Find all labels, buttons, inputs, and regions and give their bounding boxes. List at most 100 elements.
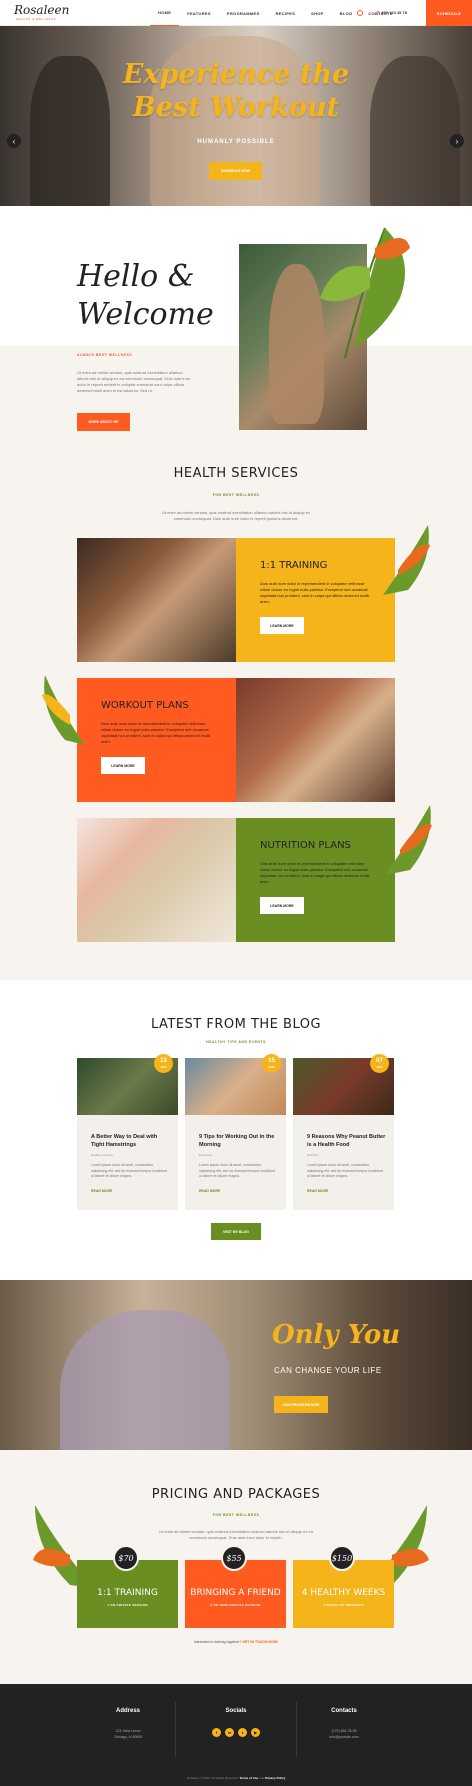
privacy-link[interactable]: Privacy Policy bbox=[265, 1776, 285, 1780]
price-badge: $150 bbox=[329, 1545, 355, 1571]
nav-home[interactable]: HOME bbox=[150, 0, 180, 26]
next-arrow-icon[interactable]: › bbox=[450, 134, 464, 148]
date-month: JUN bbox=[376, 1064, 383, 1069]
phone-text: 800 123 45 78 bbox=[381, 10, 407, 15]
plan-details: 1 MONTH OF WORKOUT bbox=[323, 1602, 364, 1607]
pricing-card[interactable]: $150 4 HEALTHY WEEKS 1 MONTH OF WORKOUT bbox=[293, 1545, 394, 1628]
plan-name: 1:1 TRAINING bbox=[97, 1587, 158, 1598]
schedule-button[interactable]: SCHEDULE bbox=[426, 0, 472, 26]
join-program-button[interactable]: JOIN PROGRAM NOW bbox=[274, 1396, 328, 1413]
youtube-icon[interactable]: ▶ bbox=[251, 1728, 260, 1737]
logo[interactable]: Rosaleen bbox=[14, 3, 69, 17]
blog-category: Nutrition bbox=[307, 1153, 319, 1157]
welcome-title: Hello & Welcome bbox=[77, 258, 214, 334]
hero-subtitle: HUMANLY POSSIBLE bbox=[197, 139, 275, 145]
welcome-title-line1: Hello & bbox=[77, 259, 195, 294]
copyright-and: and bbox=[259, 1776, 265, 1780]
blog-card[interactable]: 15 JUN 9 Tips for Working Out in the Morn… bbox=[185, 1054, 286, 1210]
service-title: 1:1 TRAINING bbox=[260, 560, 328, 571]
leaf-decoration-welcome bbox=[320, 227, 410, 359]
blog-category: Exercises bbox=[199, 1153, 213, 1157]
hero-schedule-button[interactable]: SCHEDULE NOW bbox=[209, 162, 262, 180]
service-photo-training bbox=[77, 538, 236, 662]
hero-slider: Experience the Best Workout HUMANLY POSS… bbox=[0, 26, 472, 206]
nav-recipes[interactable]: RECIPES bbox=[267, 0, 303, 26]
blog-image: 15 JUN bbox=[185, 1054, 286, 1115]
welcome-text: Ut enim ad minim veniam, quis nostrud ex… bbox=[77, 370, 191, 393]
blog-excerpt: Lorem ipsum dolor sit amet, consectetur … bbox=[307, 1163, 384, 1178]
footer-contacts: Contacts (175) 634-78-95 info@yoursite.c… bbox=[289, 1708, 399, 1740]
nav-features[interactable]: FEATURES bbox=[179, 0, 219, 26]
leaf-decoration-service1 bbox=[383, 525, 430, 595]
leaf-decoration-service3 bbox=[385, 805, 432, 875]
hero-title-line1: Experience the bbox=[122, 59, 350, 90]
date-badge: 13 JUN bbox=[154, 1054, 173, 1073]
blog-card[interactable]: 07 JUN 9 Reasons Why Peanut Butter is a H… bbox=[293, 1054, 394, 1210]
facebook-icon[interactable]: f bbox=[212, 1728, 221, 1737]
terms-link[interactable]: Terms of Use bbox=[239, 1776, 258, 1780]
read-more-link[interactable]: READ MORE bbox=[91, 1189, 112, 1193]
twitter-icon[interactable]: t bbox=[238, 1728, 247, 1737]
phone-icon: ✆ bbox=[376, 10, 380, 15]
date-month: JUN bbox=[160, 1064, 167, 1069]
social-icons: f in t ▶ bbox=[181, 1728, 291, 1737]
blog-image: 07 JUN bbox=[293, 1054, 394, 1115]
service-photo-nutrition bbox=[77, 818, 236, 942]
blog-card[interactable]: 13 JUN A Better Way to Deal with Tight Ha… bbox=[77, 1054, 178, 1210]
main-nav: HOME FEATURES PROGRAMMES RECIPES SHOP BL… bbox=[150, 0, 401, 26]
footer-heading: Contacts bbox=[331, 1708, 357, 1714]
search-icon[interactable] bbox=[357, 10, 363, 16]
cta-banner: Only You CAN CHANGE YOUR LIFE JOIN PROGR… bbox=[0, 1280, 472, 1450]
read-more-link[interactable]: READ MORE bbox=[199, 1189, 220, 1193]
site-header: Rosaleen HEALTH & WELLNESS HOME FEATURES… bbox=[0, 0, 472, 26]
cta-title: Only You bbox=[272, 1320, 401, 1350]
learn-more-button[interactable]: LEARN MORE bbox=[260, 897, 304, 914]
service-card-nutrition: NUTRITION PLANS Duis aute irure dolor in… bbox=[236, 818, 395, 942]
phone-number[interactable]: ✆ 800 123 45 78 bbox=[376, 10, 407, 15]
blog-post-title[interactable]: A Better Way to Deal with Tight Hamstrin… bbox=[91, 1133, 171, 1149]
copyright: Rosaleen © 2019. All Rights Reserved. Te… bbox=[0, 1776, 472, 1780]
learn-more-button[interactable]: LEARN MORE bbox=[101, 757, 145, 774]
footer-heading: Address bbox=[115, 1708, 140, 1714]
blog-post-title[interactable]: 9 Reasons Why Peanut Butter is a Health … bbox=[307, 1133, 387, 1149]
site-footer: Address 123, New Lenox Chicago, IL 60606… bbox=[0, 1684, 472, 1786]
date-badge: 15 JUN bbox=[262, 1054, 281, 1073]
service-title: NUTRITION PLANS bbox=[260, 840, 351, 851]
blog-subtitle: HEALTHY TIPS AND EVENTS bbox=[206, 1040, 266, 1044]
plan-name: BRINGING A FRIEND bbox=[190, 1587, 281, 1598]
learn-more-button[interactable]: LEARN MORE bbox=[260, 617, 304, 634]
pricing-note-text: Interested in training together? bbox=[193, 1640, 242, 1644]
welcome-title-line2: Welcome bbox=[77, 297, 214, 332]
footer-socials: Socials f in t ▶ bbox=[181, 1708, 291, 1737]
welcome-kicker: ALWAYS BEST WELLNESS bbox=[77, 353, 133, 357]
pricing-card[interactable]: $70 1:1 TRAINING 1 ON PRIVATE SESSION bbox=[77, 1545, 178, 1628]
blog-excerpt: Lorem ipsum dolor sit amet, consectetur … bbox=[199, 1163, 276, 1178]
hero-title: Experience the Best Workout bbox=[0, 58, 472, 124]
service-text: Duis aute irure dolor in reprehenderit i… bbox=[101, 721, 211, 744]
date-month: JUN bbox=[268, 1064, 275, 1069]
visit-blog-button[interactable]: VISIT MY BLOG bbox=[211, 1223, 261, 1240]
pricing-card[interactable]: $55 BRINGING A FRIEND 2 ON SEMI PRIVATE … bbox=[185, 1545, 286, 1628]
plan-name: 4 HEALTHY WEEKS bbox=[301, 1587, 386, 1598]
cta-subtitle: CAN CHANGE YOUR LIFE bbox=[274, 1366, 382, 1375]
blog-image: 13 JUN bbox=[77, 1054, 178, 1115]
service-photo-workout bbox=[236, 678, 395, 802]
service-text: Duis aute irure dolor in reprehenderit i… bbox=[260, 861, 370, 884]
more-about-me-button[interactable]: MORE ABOUT ME bbox=[77, 413, 130, 431]
plan-details: 1 ON PRIVATE SESSION bbox=[107, 1602, 148, 1607]
date-badge: 07 JUN bbox=[370, 1054, 389, 1073]
service-card-workout: WORKOUT PLANS Duis aute irure dolor in r… bbox=[77, 678, 236, 802]
blog-post-title[interactable]: 9 Tips for Working Out in the Morning bbox=[199, 1133, 279, 1149]
nav-shop[interactable]: SHOP bbox=[303, 0, 332, 26]
nav-programmes[interactable]: PROGRAMMES bbox=[219, 0, 268, 26]
services-subtitle: FOR BEST WELLNESS bbox=[212, 493, 260, 497]
services-title: HEALTH SERVICES bbox=[173, 466, 299, 481]
linkedin-icon[interactable]: in bbox=[225, 1728, 234, 1737]
blog-excerpt: Lorem ipsum dolor sit amet, consectetur … bbox=[91, 1163, 168, 1178]
prev-arrow-icon[interactable]: ‹ bbox=[7, 134, 21, 148]
contact-email[interactable]: info@yoursite.com bbox=[289, 1734, 399, 1740]
read-more-link[interactable]: READ MORE bbox=[307, 1189, 328, 1193]
get-in-touch-link[interactable]: GET IN TOUCH NOW! bbox=[242, 1640, 278, 1644]
address-line: Chicago, IL 60606 bbox=[113, 1735, 143, 1739]
footer-address: Address 123, New Lenox Chicago, IL 60606 bbox=[73, 1708, 183, 1740]
